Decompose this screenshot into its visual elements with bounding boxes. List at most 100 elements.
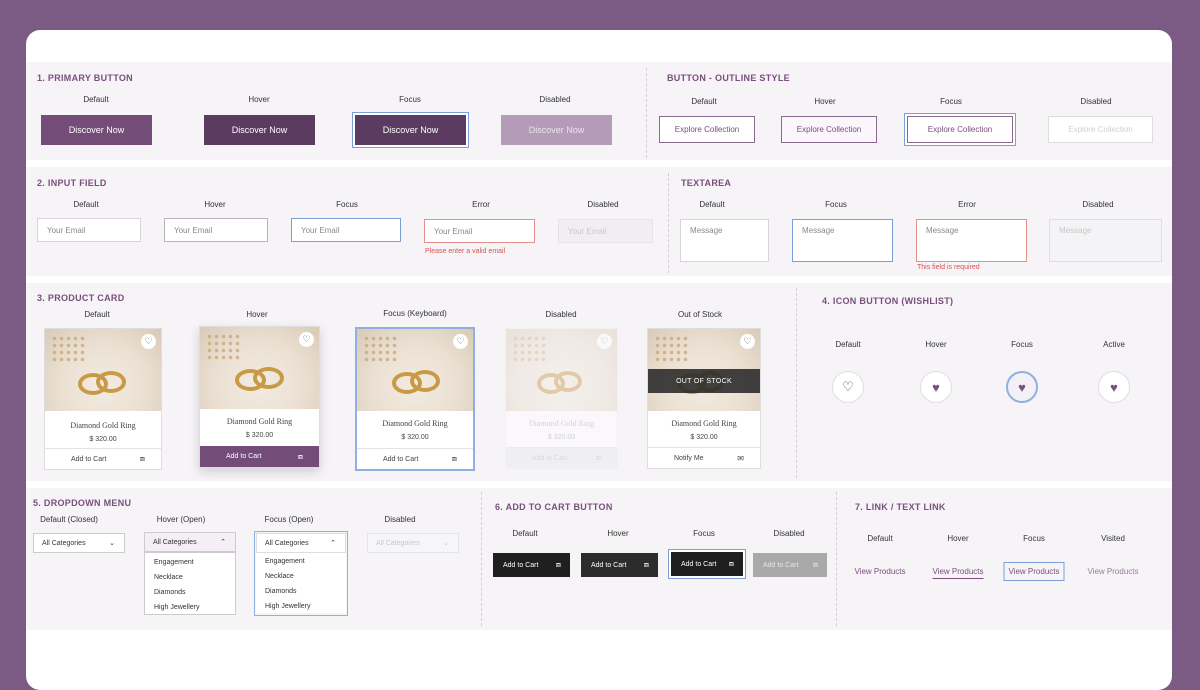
wishlist-heart-icon[interactable]: ♡: [141, 334, 156, 349]
message-textarea-error[interactable]: Message: [916, 219, 1027, 262]
category-select-focus[interactable]: All Categories ⌃: [256, 533, 346, 553]
wishlist-heart-icon[interactable]: ♡: [453, 334, 468, 349]
state-label: Focus: [1011, 340, 1033, 349]
wishlist-button-focus[interactable]: ♥: [1006, 371, 1038, 403]
button-label: Add to Cart: [763, 561, 799, 569]
dropdown-option[interactable]: Diamonds: [145, 585, 235, 600]
state-label: Out of Stock: [677, 310, 723, 319]
wishlist-button-active[interactable]: ♥: [1098, 371, 1130, 403]
wishlist-heart-icon: ♡: [597, 334, 612, 349]
dropdown-option[interactable]: Necklace: [145, 570, 235, 585]
primary-button-focus[interactable]: Discover Now: [355, 115, 466, 145]
email-input-focus[interactable]: Your Email: [291, 218, 401, 242]
view-products-link-default[interactable]: View Products: [855, 567, 906, 576]
view-products-link-hover[interactable]: View Products: [932, 567, 984, 579]
state-label: Default: [73, 200, 99, 209]
dropdown-option[interactable]: Necklace: [256, 569, 346, 584]
divider: [796, 288, 797, 478]
section-title-product: 3. PRODUCT CARD: [37, 293, 125, 303]
add-to-cart-button-focus[interactable]: Add to Cart ⧈: [671, 552, 743, 576]
add-to-cart-label: Add to Cart: [532, 454, 568, 462]
state-label: Focus: [825, 200, 847, 209]
outline-button-hover[interactable]: Explore Collection: [781, 116, 877, 143]
state-label: Default (Closed): [40, 515, 98, 524]
email-input-hover[interactable]: Your Email: [164, 218, 268, 242]
notify-me-row[interactable]: Notify Me ✉: [648, 447, 760, 468]
product-card-out-of-stock[interactable]: ♡ OUT OF STOCK Diamond Gold Ring $ 320.0…: [647, 328, 761, 469]
chevron-up-icon: ⌃: [330, 540, 336, 547]
state-label: Focus: [1023, 534, 1045, 543]
product-name: Diamond Gold Ring: [226, 417, 293, 426]
message-textarea-default[interactable]: Message: [680, 219, 769, 262]
state-label: Hover: [607, 529, 629, 538]
add-to-cart-label: Add to Cart: [226, 453, 262, 460]
email-input-default[interactable]: Your Email: [37, 218, 141, 242]
out-of-stock-banner: OUT OF STOCK: [648, 369, 760, 393]
chevron-down-icon: ⌄: [109, 540, 115, 547]
category-select-hover[interactable]: All Categories ⌃: [144, 532, 236, 552]
outline-button-focus[interactable]: Explore Collection: [907, 116, 1013, 143]
wishlist-button-hover[interactable]: ♥: [920, 371, 952, 403]
add-to-cart-button-hover[interactable]: Add to Cart ⧈: [581, 553, 658, 577]
dropdown-option[interactable]: Diamonds: [256, 584, 346, 599]
message-textarea-disabled: Message: [1049, 219, 1162, 262]
dropdown-option[interactable]: High Jewellery: [256, 599, 346, 614]
chevron-up-icon: ⌃: [220, 539, 226, 546]
state-label: Hover: [204, 200, 226, 209]
product-card-hover[interactable]: ♡ Diamond Gold Ring $ 320.00 Add to Cart…: [199, 326, 320, 468]
view-products-link-visited[interactable]: View Products: [1088, 567, 1139, 576]
state-label: Hover: [925, 340, 947, 349]
state-label: Hover (Open): [156, 515, 206, 524]
category-select-disabled: All Categories ⌄: [367, 533, 459, 553]
dropdown-option[interactable]: Engagement: [256, 554, 346, 569]
dropdown-option[interactable]: High Jewellery: [145, 600, 235, 615]
notify-me-label: Notify Me: [674, 454, 704, 462]
add-to-cart-label: Add to Cart: [383, 455, 419, 463]
add-to-cart-row[interactable]: Add to Cart ⧈: [200, 446, 319, 467]
shopping-bag-icon: ⧈: [139, 454, 145, 463]
divider: [668, 173, 669, 273]
state-label: Focus: [693, 529, 715, 538]
section-title-dropdown: 5. DROPDOWN MENU: [33, 498, 132, 508]
add-to-cart-row[interactable]: Add to Cart ⧈: [45, 448, 161, 469]
primary-button-hover[interactable]: Discover Now: [204, 115, 315, 145]
state-label: Default: [699, 200, 725, 209]
section-title-textarea: TEXTAREA: [681, 178, 732, 188]
outline-button-default[interactable]: Explore Collection: [659, 116, 755, 143]
state-label: Focus: [940, 97, 962, 106]
state-label: Default: [835, 340, 861, 349]
section-title-add-to-cart: 6. ADD TO CART BUTTON: [495, 502, 613, 512]
email-error-message: Please enter a valid email: [425, 248, 506, 255]
add-to-cart-row[interactable]: Add to Cart ⧈: [357, 448, 473, 469]
shopping-bag-icon: ⧈: [728, 559, 734, 568]
section-title-input: 2. INPUT FIELD: [37, 178, 107, 188]
message-textarea-focus[interactable]: Message: [792, 219, 893, 262]
section-title-link: 7. LINK / TEXT LINK: [855, 502, 946, 512]
primary-button-default[interactable]: Discover Now: [41, 115, 152, 145]
state-label: Disabled: [539, 95, 571, 104]
wishlist-button-default[interactable]: ♡: [832, 371, 864, 403]
state-label: Focus (Open): [264, 515, 314, 524]
section-title-icon-button: 4. ICON BUTTON (WISHLIST): [822, 296, 954, 306]
state-label: Disabled: [545, 310, 577, 319]
category-select-default[interactable]: All Categories ⌄: [33, 533, 125, 553]
product-price: $ 320.00: [401, 434, 429, 441]
view-products-link-focus[interactable]: View Products: [1003, 562, 1065, 581]
wishlist-heart-icon[interactable]: ♡: [299, 332, 314, 347]
product-price: $ 320.00: [547, 434, 576, 441]
email-input-error[interactable]: Your Email: [424, 219, 535, 243]
state-label: Disabled: [384, 515, 416, 524]
divider: [836, 492, 837, 626]
product-card-default[interactable]: ♡ Diamond Gold Ring $ 320.00 Add to Cart…: [44, 328, 162, 470]
state-label: Default: [691, 97, 717, 106]
dropdown-menu-focus: Engagement Necklace Diamonds High Jewell…: [256, 553, 346, 613]
state-label: Visited: [1101, 534, 1125, 543]
add-to-cart-button-default[interactable]: Add to Cart ⧈: [493, 553, 570, 577]
state-label: Hover: [947, 534, 969, 543]
dropdown-option[interactable]: Engagement: [145, 555, 235, 570]
shopping-bag-icon: ⧈: [297, 451, 303, 461]
product-card-focus[interactable]: ♡ Diamond Gold Ring $ 320.00 Add to Cart…: [355, 327, 475, 471]
wishlist-heart-icon[interactable]: ♡: [740, 334, 755, 349]
state-label: Error: [958, 200, 976, 209]
product-name: Diamond Gold Ring: [382, 419, 448, 428]
